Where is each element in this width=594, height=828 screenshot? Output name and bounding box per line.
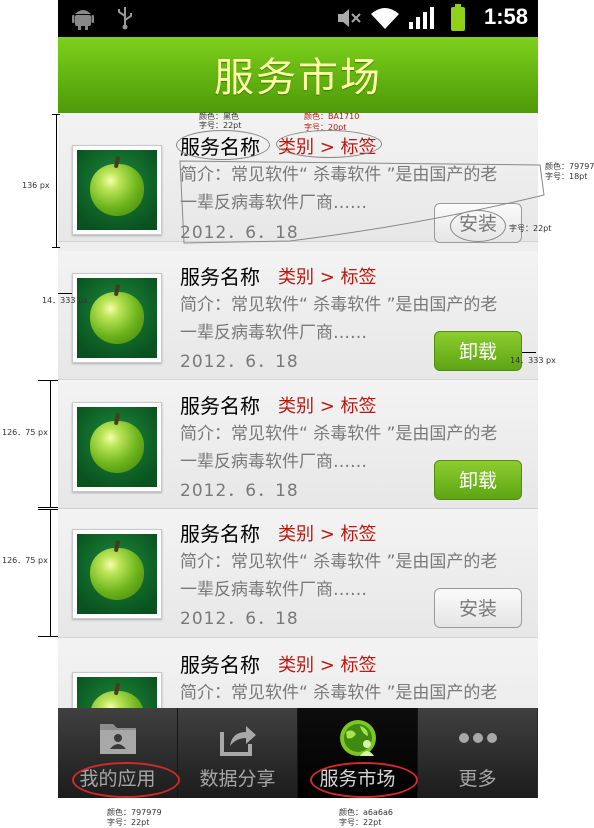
- service-name: 服务名称: [180, 522, 260, 546]
- annotation-desc-color: 颜色：797979: [545, 162, 594, 171]
- annotation-ellipse: [276, 130, 382, 158]
- annotation-tab-active-color: 颜色：a6a6a6: [339, 808, 393, 817]
- tab-label: 更多: [458, 768, 497, 790]
- uninstall-button[interactable]: 卸载: [434, 460, 522, 500]
- annotation-right-margin: 14．333 px: [510, 356, 556, 365]
- service-category[interactable]: 类别 > 标签: [278, 520, 377, 546]
- app-thumbnail: [72, 529, 162, 619]
- measure-cap: [52, 114, 60, 115]
- annotation-ellipse-red: [310, 762, 418, 798]
- page-title: 服务市场: [214, 55, 382, 101]
- measure-cap: [38, 380, 58, 381]
- measure-cap: [38, 507, 58, 508]
- service-category[interactable]: 类别 > 标签: [278, 263, 377, 289]
- measure-line: [50, 509, 51, 636]
- app-thumbnail: [72, 145, 162, 235]
- service-desc-line1: 简介：常见软件“ 杀毒软件 ”是由国产的老: [180, 683, 498, 703]
- install-button[interactable]: 安装: [434, 588, 522, 628]
- service-name: 服务名称: [180, 653, 260, 677]
- app-thumbnail: [72, 672, 162, 708]
- measure-cap: [522, 352, 536, 353]
- list-item[interactable]: 服务名称 类别 > 标签 简介：常见软件“ 杀毒软件 ”是由国产的老 一辈反病毒…: [58, 509, 538, 638]
- annotation-ellipse-red: [72, 762, 180, 798]
- status-bar: 1:58: [58, 0, 538, 37]
- annotation-tab-color: 颜色：797979: [107, 808, 162, 817]
- annotation-row-height-3: 126．75 px: [2, 556, 48, 565]
- android-icon: [72, 10, 94, 30]
- service-desc-line1: 简介：常见软件“ 杀毒软件 ”是由国产的老: [180, 295, 498, 315]
- service-desc-line1: 简介：常见软件“ 杀毒软件 ”是由国产的老: [180, 552, 498, 572]
- list-item[interactable]: 服务名称 类别 > 标签 简介：常见软件“ 杀毒软件 ”是由国产的老 一辈反病毒…: [58, 251, 538, 380]
- annotation-row-height: 136 px: [22, 181, 50, 190]
- annotation-cat-color: 颜色：BA1710: [304, 112, 360, 121]
- battery-icon: [451, 4, 465, 31]
- annotation-ellipse: [450, 210, 506, 242]
- service-category[interactable]: 类别 > 标签: [278, 651, 377, 677]
- service-category[interactable]: 类别 > 标签: [278, 392, 377, 418]
- app-thumbnail: [72, 273, 162, 363]
- more-dots-icon: [459, 733, 497, 743]
- share-icon: [220, 726, 256, 756]
- measure-cap: [52, 247, 60, 248]
- tab-label: 数据分享: [199, 768, 276, 790]
- annotation-row-height-2: 126．75 px: [2, 428, 48, 437]
- title-bar: 服务市场: [58, 37, 538, 113]
- measure-cap: [38, 636, 58, 637]
- signal-icon: [409, 7, 434, 29]
- service-desc-line1: 简介：常见软件“ 杀毒软件 ”是由国产的老: [180, 424, 498, 444]
- wifi-icon: [371, 8, 399, 29]
- app-thumbnail: [72, 402, 162, 492]
- mute-icon: [338, 9, 361, 27]
- clock: 1:58: [483, 4, 528, 29]
- service-name: 服务名称: [180, 265, 260, 289]
- list-item[interactable]: 服务名称 类别 > 标签 简介：常见软件“ 杀毒软件 ”是由国产的老 一辈反病毒…: [58, 380, 538, 509]
- service-date: 2012．6．18: [180, 609, 299, 629]
- measure-cap: [38, 509, 58, 510]
- tab-data-share[interactable]: 数据分享: [178, 708, 298, 798]
- usb-icon: [118, 7, 132, 30]
- measure-cap: [58, 293, 72, 294]
- service-date: 2012．6．18: [180, 481, 299, 501]
- service-date: 2012．6．18: [180, 352, 299, 372]
- list-item[interactable]: 服务名称 类别 > 标签 简介：常见软件“ 杀毒软件 ”是由国产的老: [58, 638, 538, 708]
- folder-user-icon: [100, 724, 136, 754]
- annotation-desc-size: 字号：18pt: [545, 172, 588, 181]
- globe-user-icon: [340, 720, 376, 756]
- service-name: 服务名称: [180, 394, 260, 418]
- annotation-left-margin: 14．333 px: [42, 296, 88, 305]
- uninstall-button[interactable]: 卸载: [434, 331, 522, 371]
- measure-line: [50, 380, 51, 507]
- tab-more[interactable]: 更多: [418, 708, 537, 798]
- measure-line: [56, 114, 57, 248]
